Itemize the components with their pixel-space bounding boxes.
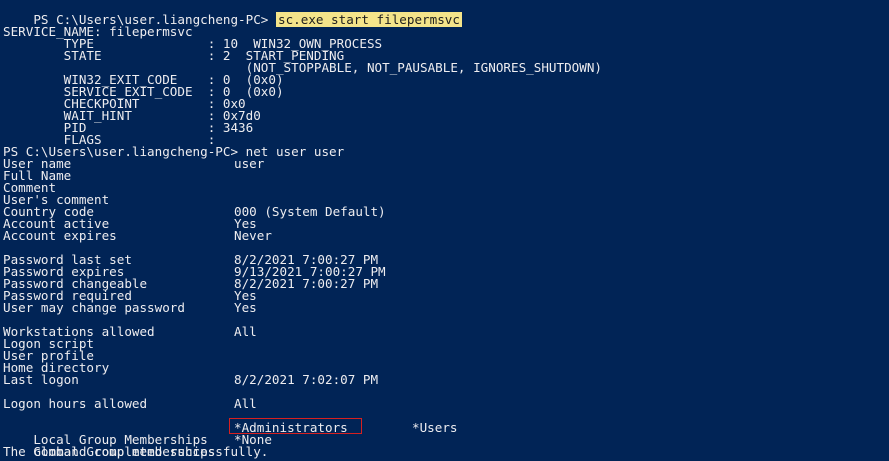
user-field-value: Never — [234, 228, 272, 243]
completion-message: The command completed successfully. — [3, 444, 269, 459]
user-field-value: 8/2/2021 7:02:07 PM — [234, 372, 379, 387]
highlighted-command: sc.exe start filepermsvc — [275, 12, 462, 27]
user-field-value: All — [234, 324, 257, 339]
prompt-line-1: PS C:\Users\user.liangcheng-PC> sc.exe s… — [3, 2, 462, 27]
local-group-row: Local Group Memberships — [3, 422, 207, 446]
user-field-label: User may change password — [3, 300, 185, 315]
user-field-value: user — [234, 156, 265, 171]
user-field-label: Logon hours allowed — [3, 396, 148, 411]
user-field-value: Yes — [234, 300, 257, 315]
powershell-console[interactable]: PS C:\Users\user.liangcheng-PC> sc.exe s… — [0, 0, 889, 461]
local-group-users: *Users — [412, 420, 458, 435]
user-field-label: Account expires — [3, 228, 117, 243]
user-field-label: Last logon — [3, 372, 79, 387]
user-field-value: All — [234, 396, 257, 411]
